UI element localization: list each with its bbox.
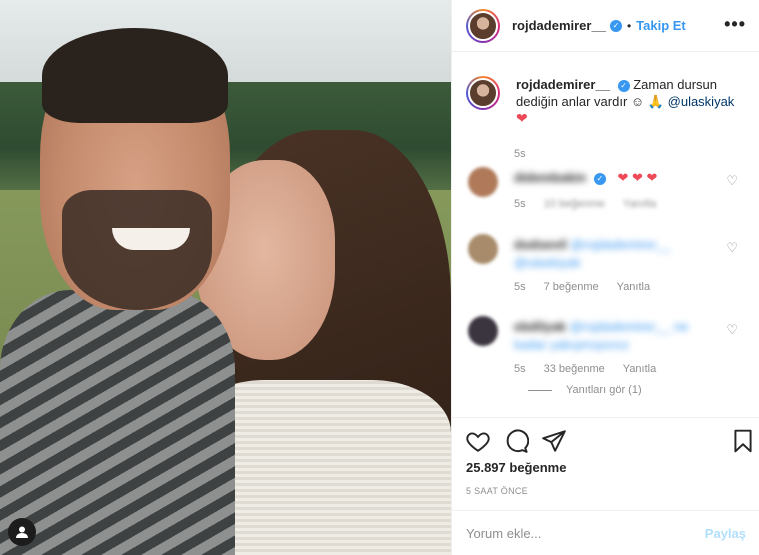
post-comment-button[interactable]: Paylaş	[705, 526, 746, 541]
post-header: rojdademirer__ ✓ • Takip Et •••	[452, 0, 759, 52]
comment-like-heart-icon[interactable]: ♡	[726, 173, 738, 189]
comment-meta: 5s 10 beğenme Yanıtla	[514, 198, 656, 210]
comment-item: ebdilyak @rojdademirer__ ne kadar yakışm…	[466, 316, 750, 396]
verified-icon: ✓	[609, 19, 622, 32]
verified-icon: ✓	[593, 173, 606, 185]
photo-man-hair	[42, 28, 228, 123]
comment-username[interactable]: ebdilyak	[514, 319, 566, 334]
pray-emoji-icon: 🙏	[647, 94, 665, 109]
comment-item: dodsevil @rojdademirer__ @ulaskiyak 5s 7…	[466, 234, 750, 298]
heart-icon[interactable]	[465, 428, 491, 454]
comment-avatar[interactable]	[468, 316, 498, 346]
comment-meta: 5s 33 beğenme Yanıtla	[514, 363, 656, 375]
photo-man-beard	[62, 190, 212, 310]
post-photo[interactable]	[0, 0, 451, 555]
instagram-post-modal: rojdademirer__ ✓ • Takip Et ••• rojdadem…	[0, 0, 759, 555]
comment-username[interactable]: didembakin	[514, 170, 586, 185]
share-icon[interactable]	[541, 428, 567, 454]
comment-likes[interactable]: 7 beğenme	[544, 281, 599, 293]
comment-like-heart-icon[interactable]: ♡	[726, 322, 738, 338]
comment-likes[interactable]: 33 beğenme	[544, 363, 605, 375]
comment-body: ebdilyak @rojdademirer__ ne kadar yakışm…	[514, 318, 714, 354]
comment-body: dodsevil @rojdademirer__ @ulaskiyak	[514, 236, 714, 272]
likes-count[interactable]: 25.897 beğenme	[466, 460, 566, 475]
smile-emoji-icon: ☺	[630, 94, 645, 109]
comment-likes[interactable]: 10 beğenme	[544, 198, 605, 210]
caption: rojdademirer__ ✓ Zaman dursun dediğin an…	[466, 76, 750, 127]
photo-man-smile	[112, 228, 190, 250]
comment-avatar[interactable]	[468, 167, 498, 197]
caption-text: rojdademirer__ ✓ Zaman dursun dediğin an…	[516, 76, 734, 127]
post-time-ago: 5 SAAT ÖNCE	[466, 486, 528, 496]
view-replies-label[interactable]: Yanıtları gör (1)	[566, 384, 642, 396]
comment-body: didembakin ✓ ❤ ❤ ❤	[514, 169, 714, 187]
replies-divider	[528, 389, 552, 391]
comment-input[interactable]: Yorum ekle...	[466, 526, 705, 541]
caption-avatar[interactable]	[466, 76, 500, 110]
photo-man-sweater	[0, 290, 235, 555]
red-heart-emoji-icon: ❤	[516, 110, 528, 126]
comment-username[interactable]: dodsevil	[514, 237, 567, 252]
view-replies-button[interactable]: Yanıtları gör (1)	[528, 384, 642, 396]
more-icon[interactable]: •••	[724, 14, 746, 35]
bookmark-icon[interactable]	[730, 428, 756, 454]
caption-mention[interactable]: @ulaskiyak	[668, 94, 735, 109]
comment-reply[interactable]: Yanıtla	[623, 363, 656, 375]
comment-avatar[interactable]	[468, 234, 498, 264]
header-username[interactable]: rojdademirer__	[512, 18, 606, 33]
comment-time: 5s	[514, 363, 526, 375]
comment-reply[interactable]: Yanıtla	[617, 281, 650, 293]
post-side-panel: rojdademirer__ ✓ • Takip Et ••• rojdadem…	[451, 0, 759, 555]
comment-like-heart-icon[interactable]: ♡	[726, 240, 738, 256]
caption-line-2: dediğin anlar vardır	[516, 94, 628, 109]
caption-line-1: Zaman dursun	[633, 77, 718, 92]
action-bar	[452, 417, 759, 465]
user-tag-icon[interactable]	[8, 518, 36, 546]
caption-time: 5s	[514, 148, 526, 160]
comment-time: 5s	[514, 281, 526, 293]
add-comment-bar: Yorum ekle... Paylaş	[452, 510, 759, 555]
verified-icon: ✓	[617, 80, 630, 92]
comment-time: 5s	[514, 198, 526, 210]
caption-username[interactable]: rojdademirer__	[516, 77, 610, 92]
comment-icon[interactable]	[503, 428, 529, 454]
avatar[interactable]	[466, 8, 500, 43]
separator-dot: •	[626, 18, 632, 33]
comment-reply[interactable]: Yanıtla	[623, 198, 656, 210]
comment-meta: 5s 7 beğenme Yanıtla	[514, 281, 650, 293]
heart-emojis-icon: ❤ ❤ ❤	[617, 170, 658, 185]
comment-item: didembakin ✓ ❤ ❤ ❤ 5s 10 beğenme Yanıtla…	[466, 167, 750, 217]
follow-button[interactable]: Takip Et	[636, 18, 686, 33]
